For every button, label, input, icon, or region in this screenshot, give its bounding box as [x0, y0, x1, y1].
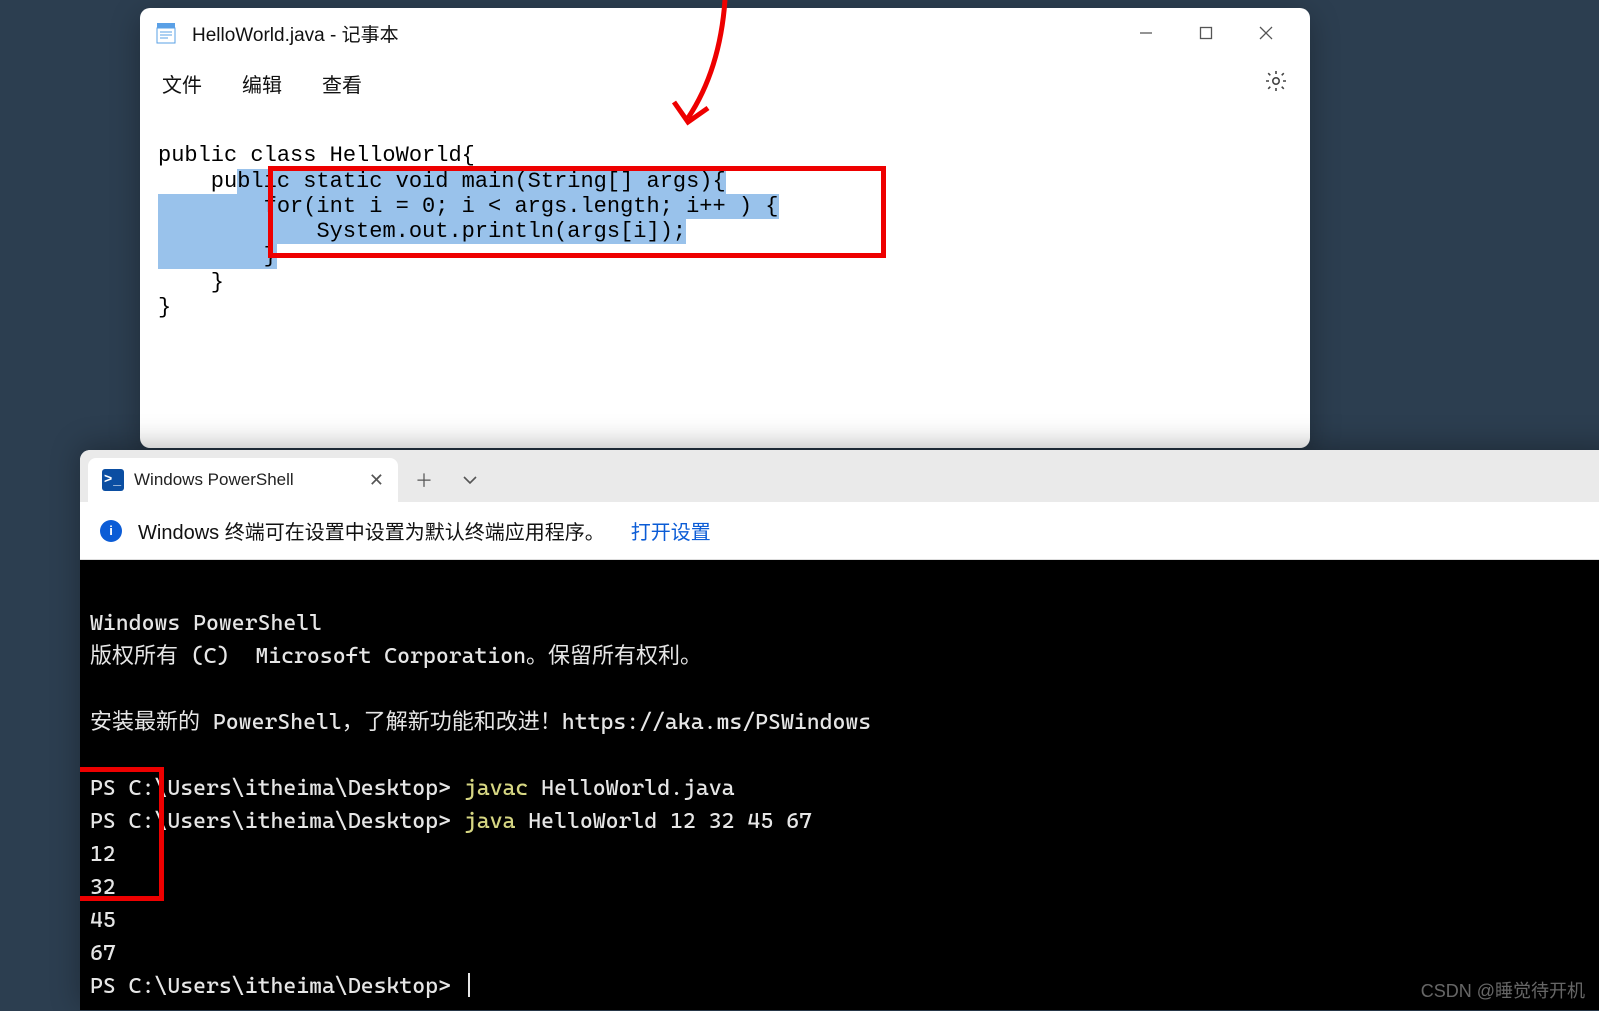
minimize-icon: [1139, 26, 1153, 40]
info-bar: i Windows 终端可在设置中设置为默认终端应用程序。 打开设置: [80, 502, 1599, 560]
window-controls: [1116, 8, 1296, 58]
command: java: [464, 809, 516, 834]
info-icon: i: [100, 520, 122, 542]
code-selection: [158, 194, 264, 219]
output-line: 32: [90, 875, 116, 900]
prompt: PS C:\Users\itheima\Desktop>: [90, 974, 464, 999]
terminal-line: Windows PowerShell: [90, 611, 322, 636]
code-selection: for(int i = 0; i < args.length; i++ ) {: [264, 194, 779, 219]
open-settings-link[interactable]: 打开设置: [631, 516, 711, 545]
window-title: HelloWorld.java - 记事本: [192, 20, 1116, 47]
close-button[interactable]: [1236, 8, 1296, 58]
notepad-icon: [154, 21, 178, 45]
tab-title: Windows PowerShell: [134, 470, 359, 490]
tab-powershell[interactable]: Windows PowerShell ✕: [88, 458, 398, 502]
minimize-button[interactable]: [1116, 8, 1176, 58]
tab-dropdown-button[interactable]: [450, 458, 490, 502]
watermark: CSDN @睡觉待开机: [1421, 977, 1585, 1003]
text-editor[interactable]: public class HelloWorld{ public static v…: [140, 108, 1310, 381]
chevron-down-icon: [463, 473, 477, 487]
command: javac: [464, 776, 528, 801]
settings-button[interactable]: [1264, 69, 1288, 98]
command-args: HelloWorld.java: [528, 776, 734, 801]
new-tab-button[interactable]: ＋: [404, 458, 444, 502]
tab-close-button[interactable]: ✕: [369, 470, 384, 491]
code-selection: blic static void main(String[] args){: [237, 169, 725, 194]
code-line: }: [158, 295, 171, 320]
output-line: 12: [90, 842, 116, 867]
terminal-window: Windows PowerShell ✕ ＋ i Windows 终端可在设置中…: [80, 450, 1599, 1010]
maximize-icon: [1199, 26, 1213, 40]
terminal-output[interactable]: Windows PowerShell 版权所有 (C) Microsoft Co…: [80, 560, 1599, 1010]
terminal-line: 安装最新的 PowerShell，了解新功能和改进！https://aka.ms…: [90, 710, 871, 735]
prompt: PS C:\Users\itheima\Desktop>: [90, 776, 464, 801]
menu-view[interactable]: 查看: [322, 69, 362, 98]
tab-bar: Windows PowerShell ✕ ＋: [80, 450, 1599, 502]
code-line: public class HelloWorld{: [158, 143, 475, 168]
code-selection: [158, 219, 316, 244]
code-selection: System.out.println(args[i]);: [316, 219, 686, 244]
notepad-window: HelloWorld.java - 记事本 文件 编辑 查看 public cl…: [140, 8, 1310, 448]
info-text: Windows 终端可在设置中设置为默认终端应用程序。: [138, 516, 605, 545]
menu-edit[interactable]: 编辑: [242, 69, 282, 98]
output-line: 67: [90, 941, 116, 966]
close-icon: [1259, 26, 1273, 40]
menubar: 文件 编辑 查看: [140, 58, 1310, 108]
maximize-button[interactable]: [1176, 8, 1236, 58]
titlebar[interactable]: HelloWorld.java - 记事本: [140, 8, 1310, 58]
prompt: PS C:\Users\itheima\Desktop>: [90, 809, 464, 834]
gear-icon: [1264, 69, 1288, 93]
terminal-line: 版权所有 (C) Microsoft Corporation。保留所有权利。: [90, 644, 702, 669]
command-args: HelloWorld 12 32 45 67: [515, 809, 811, 834]
code-selection: [158, 244, 264, 269]
powershell-icon: [102, 469, 124, 491]
code-selection: }: [264, 244, 277, 269]
code-line: }: [158, 270, 224, 295]
output-line: 45: [90, 908, 116, 933]
code-line: pu: [158, 169, 237, 194]
cursor: [468, 973, 470, 997]
menu-file[interactable]: 文件: [162, 69, 202, 98]
